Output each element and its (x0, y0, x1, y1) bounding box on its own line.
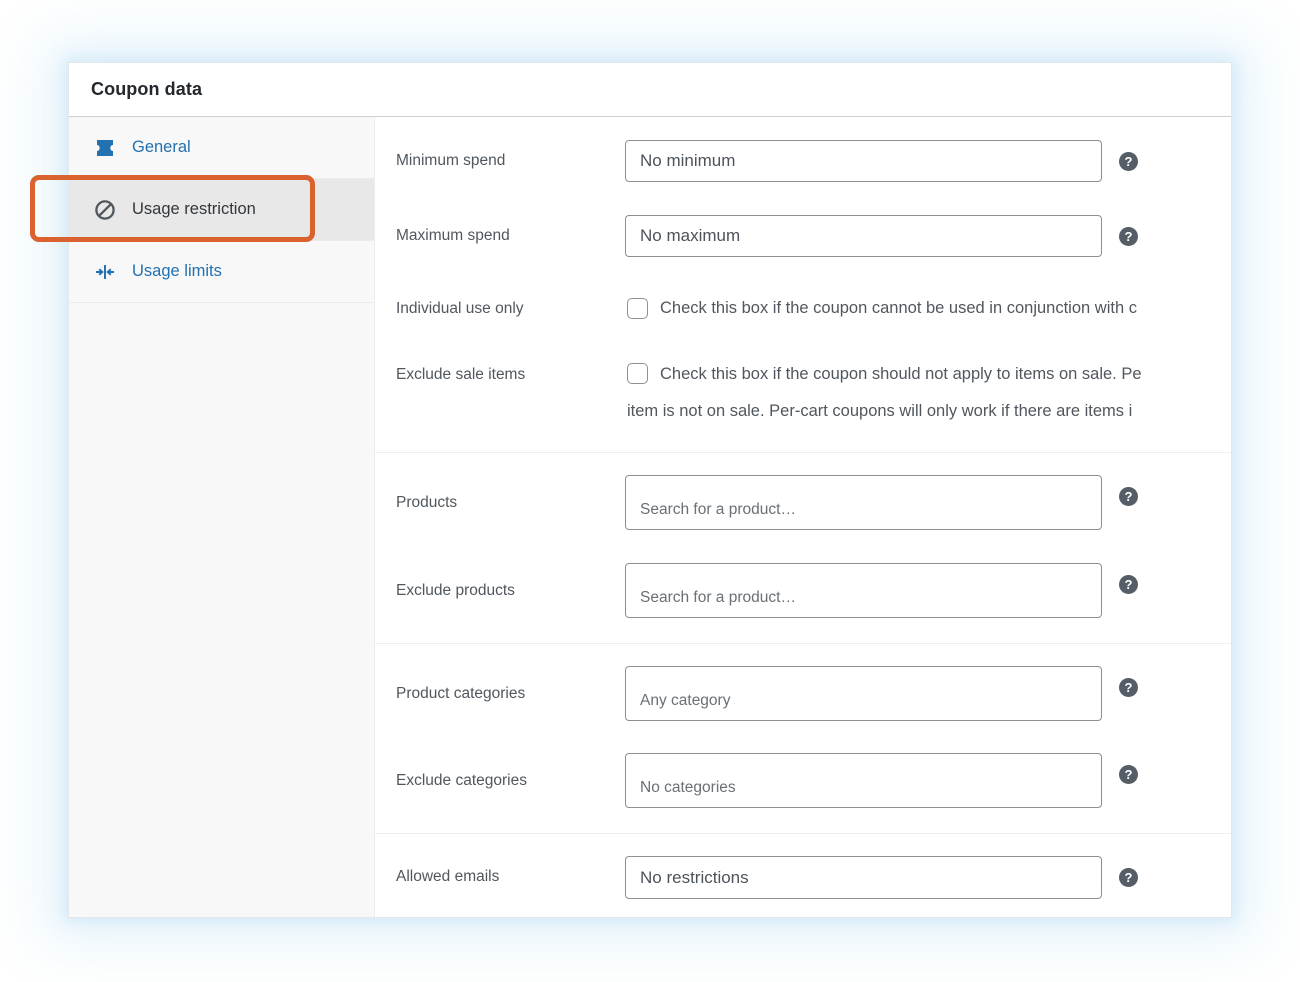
tab-usage-restriction-label: Usage restriction (132, 200, 256, 219)
allowed-emails-help-icon[interactable]: ? (1119, 868, 1138, 887)
maximum-spend-label: Maximum spend (396, 215, 510, 257)
minimum-spend-label: Minimum spend (396, 140, 505, 182)
minimum-spend-help-icon[interactable]: ? (1119, 152, 1138, 171)
coupon-data-panel: Coupon data General (68, 62, 1232, 918)
allowed-emails-label: Allowed emails (396, 856, 499, 898)
exclude-products-label: Exclude products (396, 563, 515, 618)
exclude-sale-items-description-line1: Check this box if the coupon should not … (660, 364, 1142, 385)
tab-usage-limits-label: Usage limits (132, 262, 222, 281)
exclude-products-search-input[interactable]: Search for a product… (625, 563, 1102, 618)
maximum-spend-input[interactable] (625, 215, 1102, 257)
exclude-categories-input[interactable]: No categories (625, 753, 1102, 808)
tab-usage-restriction[interactable]: Usage restriction (69, 179, 374, 241)
section-divider (375, 452, 1231, 453)
exclude-sale-items-label: Exclude sale items (396, 364, 525, 385)
products-label: Products (396, 475, 457, 530)
panel-title: Coupon data (91, 79, 202, 100)
exclude-categories-help-icon[interactable]: ? (1119, 765, 1138, 784)
minimum-spend-input[interactable] (625, 140, 1102, 182)
ticket-icon (93, 136, 117, 160)
converge-arrows-icon (93, 260, 117, 284)
product-categories-input[interactable]: Any category (625, 666, 1102, 721)
tab-general[interactable]: General (69, 117, 374, 179)
products-help-icon[interactable]: ? (1119, 487, 1138, 506)
individual-use-description: Check this box if the coupon cannot be u… (660, 298, 1137, 319)
exclude-products-placeholder: Search for a product… (640, 589, 796, 607)
coupon-tabs-nav: General Usage restriction (69, 117, 375, 917)
product-categories-label: Product categories (396, 666, 525, 721)
exclude-sale-items-checkbox[interactable] (627, 363, 648, 384)
exclude-categories-placeholder: No categories (640, 779, 736, 797)
panel-body: General Usage restriction (69, 117, 1231, 917)
product-categories-help-icon[interactable]: ? (1119, 678, 1138, 697)
product-categories-placeholder: Any category (640, 692, 730, 710)
exclude-categories-label: Exclude categories (396, 753, 527, 808)
section-divider (375, 833, 1231, 834)
allowed-emails-input[interactable] (625, 856, 1102, 899)
panel-header: Coupon data (69, 63, 1231, 117)
exclude-sale-items-description-line2: item is not on sale. Per-cart coupons wi… (627, 401, 1132, 422)
page: Coupon data General (0, 0, 1300, 982)
tab-usage-limits[interactable]: Usage limits (69, 241, 374, 303)
tab-general-label: General (132, 138, 191, 157)
products-placeholder: Search for a product… (640, 501, 796, 519)
individual-use-checkbox[interactable] (627, 298, 648, 319)
exclude-products-help-icon[interactable]: ? (1119, 575, 1138, 594)
products-search-input[interactable]: Search for a product… (625, 475, 1102, 530)
usage-restriction-pane: Minimum spend ? Maximum spend ? Individu… (375, 117, 1231, 917)
circle-slash-icon (93, 198, 117, 222)
maximum-spend-help-icon[interactable]: ? (1119, 227, 1138, 246)
individual-use-label: Individual use only (396, 298, 524, 319)
section-divider (375, 643, 1231, 644)
